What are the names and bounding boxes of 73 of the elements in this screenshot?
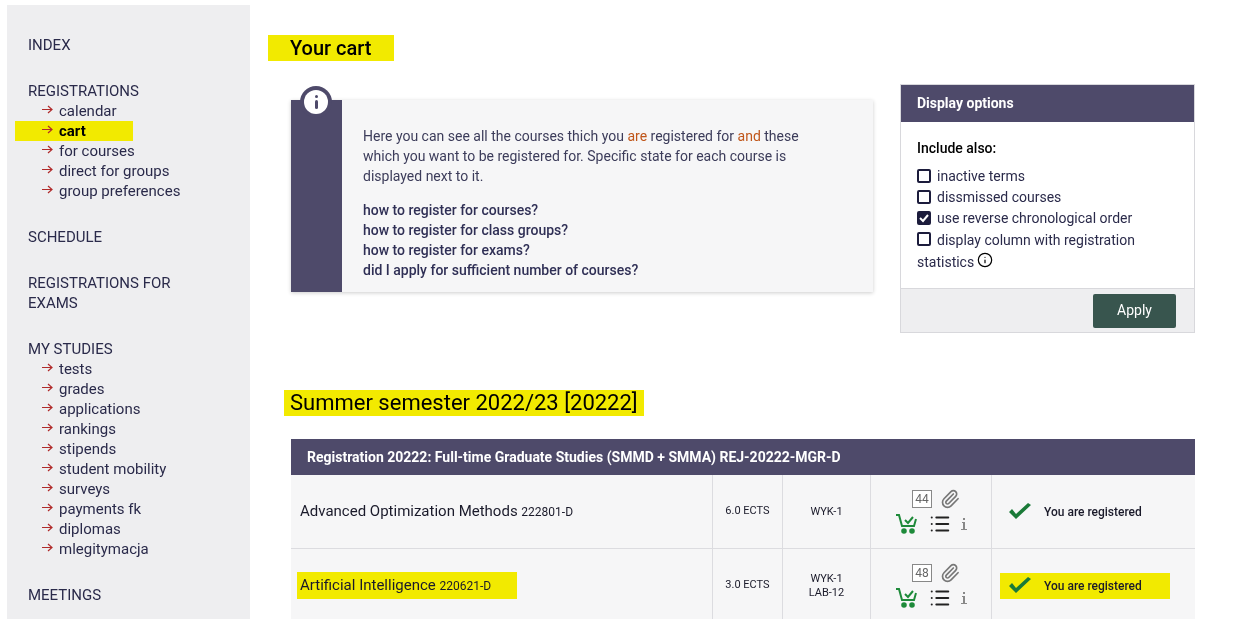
count-badge: 44 bbox=[912, 489, 932, 508]
checkbox[interactable] bbox=[917, 190, 931, 204]
sidebar-item[interactable]: mlegitymacja bbox=[15, 539, 153, 559]
cart-check-icon[interactable] bbox=[895, 586, 919, 609]
apply-button[interactable]: Apply bbox=[1093, 293, 1176, 328]
sidebar-item[interactable]: applications bbox=[15, 399, 145, 419]
sidebar-item[interactable]: payments fk bbox=[15, 499, 146, 519]
sidebar-item[interactable]: calendar bbox=[15, 101, 133, 121]
sidebar-item[interactable]: cart bbox=[15, 121, 133, 141]
course-name[interactable]: Artificial Intelligence 220621-D bbox=[297, 572, 518, 599]
arrow-icon bbox=[42, 362, 53, 372]
checkbox[interactable] bbox=[917, 211, 931, 225]
checkbox[interactable] bbox=[917, 169, 931, 183]
sidebar-section[interactable]: REGISTRATIONS FOR EXAMS bbox=[28, 273, 198, 313]
option-label[interactable]: use reverse chronological order bbox=[937, 208, 1133, 228]
sidebar-section[interactable]: SCHEDULE bbox=[28, 227, 198, 247]
arrow-icon bbox=[42, 542, 53, 552]
option-label[interactable]: inactive terms bbox=[937, 166, 1025, 186]
ects-value: 3.0 ECTS bbox=[725, 577, 770, 594]
sidebar-section[interactable]: MEETINGS bbox=[28, 585, 198, 605]
status-label: You are registered bbox=[1000, 498, 1170, 525]
sidebar-item[interactable]: tests bbox=[15, 359, 133, 379]
sidebar-item[interactable]: diplomas bbox=[15, 519, 133, 539]
arrow-icon bbox=[42, 482, 53, 492]
sidebar-section[interactable]: MY STUDIES bbox=[28, 339, 198, 359]
help-link[interactable]: how to register for courses? bbox=[363, 200, 539, 220]
sidebar-item[interactable]: surveys bbox=[15, 479, 133, 499]
arrow-icon bbox=[42, 382, 53, 392]
group-code[interactable]: WYK-1 bbox=[810, 504, 843, 519]
arrow-icon bbox=[42, 402, 53, 412]
sidebar-item[interactable]: student mobility bbox=[15, 459, 171, 479]
panel-header: Display options bbox=[901, 85, 1194, 122]
arrow-icon bbox=[42, 164, 53, 174]
arrow-icon bbox=[42, 422, 53, 432]
sidebar-item[interactable]: group preferences bbox=[15, 181, 185, 201]
status-label: You are registered bbox=[1000, 572, 1170, 599]
help-link[interactable]: how to register for class groups? bbox=[363, 220, 569, 240]
ects-value: 6.0 ECTS bbox=[725, 503, 770, 520]
option-label[interactable]: display column with registration statistics bbox=[917, 229, 1163, 273]
help-link[interactable]: did I apply for sufficient number of courses? bbox=[363, 260, 639, 280]
arrow-icon bbox=[42, 144, 53, 154]
arrow-icon bbox=[42, 522, 53, 532]
arrow-icon bbox=[42, 442, 53, 452]
arrow-icon bbox=[42, 502, 53, 512]
sidebar-section[interactable]: REGISTRATIONS bbox=[28, 81, 198, 101]
group-code[interactable]: LAB-12 bbox=[808, 585, 845, 600]
arrow-icon bbox=[42, 184, 53, 194]
count-badge: 48 bbox=[912, 563, 932, 582]
paperclip-icon[interactable] bbox=[939, 562, 960, 583]
checkbox[interactable] bbox=[917, 232, 931, 246]
sidebar-section[interactable]: INDEX bbox=[28, 35, 198, 55]
arrow-icon bbox=[42, 462, 53, 472]
sidebar-item[interactable]: for courses bbox=[15, 141, 139, 161]
course-name[interactable]: Advanced Optimization Methods 222801-D bbox=[297, 498, 599, 525]
help-link[interactable]: how to register for exams? bbox=[363, 240, 530, 260]
option-label[interactable]: dissmissed courses bbox=[937, 187, 1062, 207]
cart-check-icon[interactable] bbox=[895, 512, 919, 535]
paperclip-icon[interactable] bbox=[939, 488, 960, 509]
include-label: Include also: bbox=[917, 139, 998, 158]
arrow-icon bbox=[42, 124, 53, 134]
table-header: Registration 20222: Full-time Graduate Studies (SMMD + SMMA) REJ-20222-MGR-D bbox=[291, 439, 1195, 475]
group-code[interactable]: WYK-1 bbox=[810, 571, 843, 586]
arrow-icon bbox=[42, 104, 53, 114]
sidebar-item[interactable]: stipends bbox=[15, 439, 133, 459]
sidebar-item[interactable]: rankings bbox=[15, 419, 133, 439]
sidebar-item[interactable]: grades bbox=[15, 379, 133, 399]
info-text: Here you can see all the courses thich you are registered for and these which you want to be registered for. Specific state for each course is displayed next to it. bbox=[363, 127, 800, 186]
info-icon[interactable] bbox=[977, 252, 993, 268]
check-icon bbox=[1008, 576, 1032, 595]
semester-title: Summer semester 2022/23 [20222] bbox=[284, 390, 644, 416]
sidebar-item[interactable]: direct for groups bbox=[15, 161, 174, 181]
check-icon bbox=[1008, 502, 1032, 521]
page-title: Your cart bbox=[268, 35, 394, 61]
